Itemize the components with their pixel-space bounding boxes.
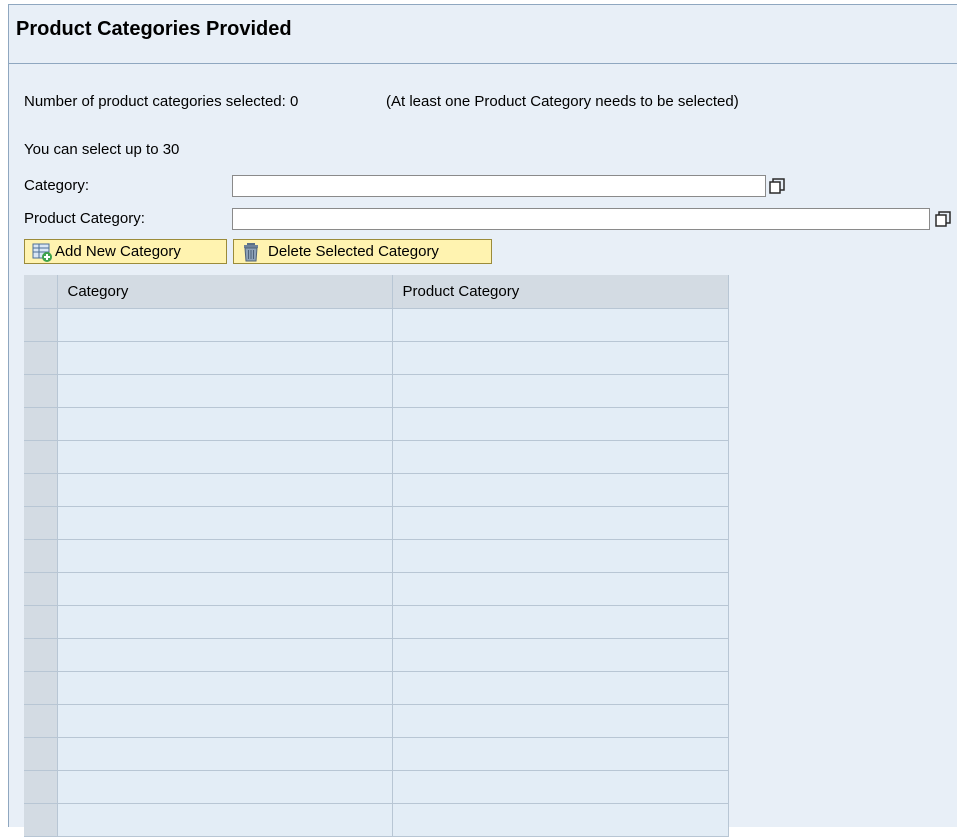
requirement-text: (At least one Product Category needs to …	[386, 93, 739, 110]
title-divider	[8, 63, 957, 64]
table-row[interactable]	[24, 539, 729, 573]
row-selector[interactable]	[24, 506, 58, 540]
row-selector[interactable]	[24, 308, 58, 342]
row-selector[interactable]	[24, 770, 58, 804]
cell-product-category[interactable]	[392, 341, 729, 375]
table-row[interactable]	[24, 704, 729, 738]
table-header-row: Category Product Category	[24, 275, 729, 309]
select-all-header[interactable]	[24, 275, 58, 309]
trash-icon	[244, 242, 258, 261]
table-row[interactable]	[24, 770, 729, 804]
table-row[interactable]	[24, 803, 729, 837]
cell-product-category[interactable]	[392, 770, 729, 804]
table-row[interactable]	[24, 341, 729, 375]
column-header-category[interactable]: Category	[57, 275, 393, 309]
table-row[interactable]	[24, 374, 729, 408]
cell-category[interactable]	[57, 374, 393, 408]
add-row-icon	[32, 243, 52, 262]
cell-category[interactable]	[57, 737, 393, 771]
cell-product-category[interactable]	[392, 803, 729, 837]
row-selector[interactable]	[24, 704, 58, 738]
category-label: Category:	[24, 177, 90, 194]
row-selector[interactable]	[24, 473, 58, 507]
table-row[interactable]	[24, 605, 729, 639]
cell-product-category[interactable]	[392, 704, 729, 738]
cell-category[interactable]	[57, 407, 393, 441]
cell-product-category[interactable]	[392, 506, 729, 540]
cell-category[interactable]	[57, 440, 393, 474]
cell-product-category[interactable]	[392, 638, 729, 672]
product-category-field[interactable]	[232, 208, 930, 230]
table-row[interactable]	[24, 572, 729, 606]
category-field[interactable]	[232, 175, 766, 197]
add-new-category-button[interactable]: Add New Category	[24, 239, 227, 264]
table-row[interactable]	[24, 407, 729, 441]
row-selector[interactable]	[24, 803, 58, 837]
value-help-icon	[769, 178, 785, 194]
row-selector[interactable]	[24, 671, 58, 705]
selected-count-text: Number of product categories selected: 0	[24, 93, 299, 110]
table-row[interactable]	[24, 737, 729, 771]
cell-product-category[interactable]	[392, 605, 729, 639]
table-row[interactable]	[24, 440, 729, 474]
cell-category[interactable]	[57, 803, 393, 837]
cell-product-category[interactable]	[392, 308, 729, 342]
cell-category[interactable]	[57, 506, 393, 540]
row-selector[interactable]	[24, 605, 58, 639]
row-selector[interactable]	[24, 341, 58, 375]
category-value-help-button[interactable]	[766, 175, 788, 197]
cell-category[interactable]	[57, 638, 393, 672]
table-body	[24, 308, 729, 837]
column-header-product-category[interactable]: Product Category	[392, 275, 729, 309]
row-selector[interactable]	[24, 539, 58, 573]
table-row[interactable]	[24, 506, 729, 540]
product-category-value-help-button[interactable]	[932, 208, 954, 230]
cell-category[interactable]	[57, 704, 393, 738]
limit-text: You can select up to 30	[24, 141, 180, 158]
page-title: Product Categories Provided	[16, 18, 292, 40]
cell-category[interactable]	[57, 671, 393, 705]
cell-product-category[interactable]	[392, 572, 729, 606]
table-row[interactable]	[24, 638, 729, 672]
row-selector[interactable]	[24, 737, 58, 771]
row-selector[interactable]	[24, 407, 58, 441]
cell-product-category[interactable]	[392, 671, 729, 705]
cell-product-category[interactable]	[392, 473, 729, 507]
value-help-icon	[935, 211, 951, 227]
product-category-label: Product Category:	[24, 210, 145, 227]
categories-table: Category Product Category	[24, 275, 729, 837]
cell-product-category[interactable]	[392, 440, 729, 474]
cell-product-category[interactable]	[392, 407, 729, 441]
row-selector[interactable]	[24, 440, 58, 474]
cell-category[interactable]	[57, 341, 393, 375]
row-selector[interactable]	[24, 638, 58, 672]
cell-product-category[interactable]	[392, 539, 729, 573]
row-selector[interactable]	[24, 374, 58, 408]
cell-category[interactable]	[57, 605, 393, 639]
cell-category[interactable]	[57, 473, 393, 507]
cell-category[interactable]	[57, 308, 393, 342]
cell-category[interactable]	[57, 539, 393, 573]
delete-selected-category-label: Delete Selected Category	[268, 243, 439, 260]
cell-product-category[interactable]	[392, 374, 729, 408]
row-selector[interactable]	[24, 572, 58, 606]
table-row[interactable]	[24, 308, 729, 342]
table-row[interactable]	[24, 473, 729, 507]
add-new-category-label: Add New Category	[55, 243, 181, 260]
table-row[interactable]	[24, 671, 729, 705]
delete-selected-category-button[interactable]: Delete Selected Category	[233, 239, 492, 264]
cell-category[interactable]	[57, 770, 393, 804]
cell-category[interactable]	[57, 572, 393, 606]
cell-product-category[interactable]	[392, 737, 729, 771]
